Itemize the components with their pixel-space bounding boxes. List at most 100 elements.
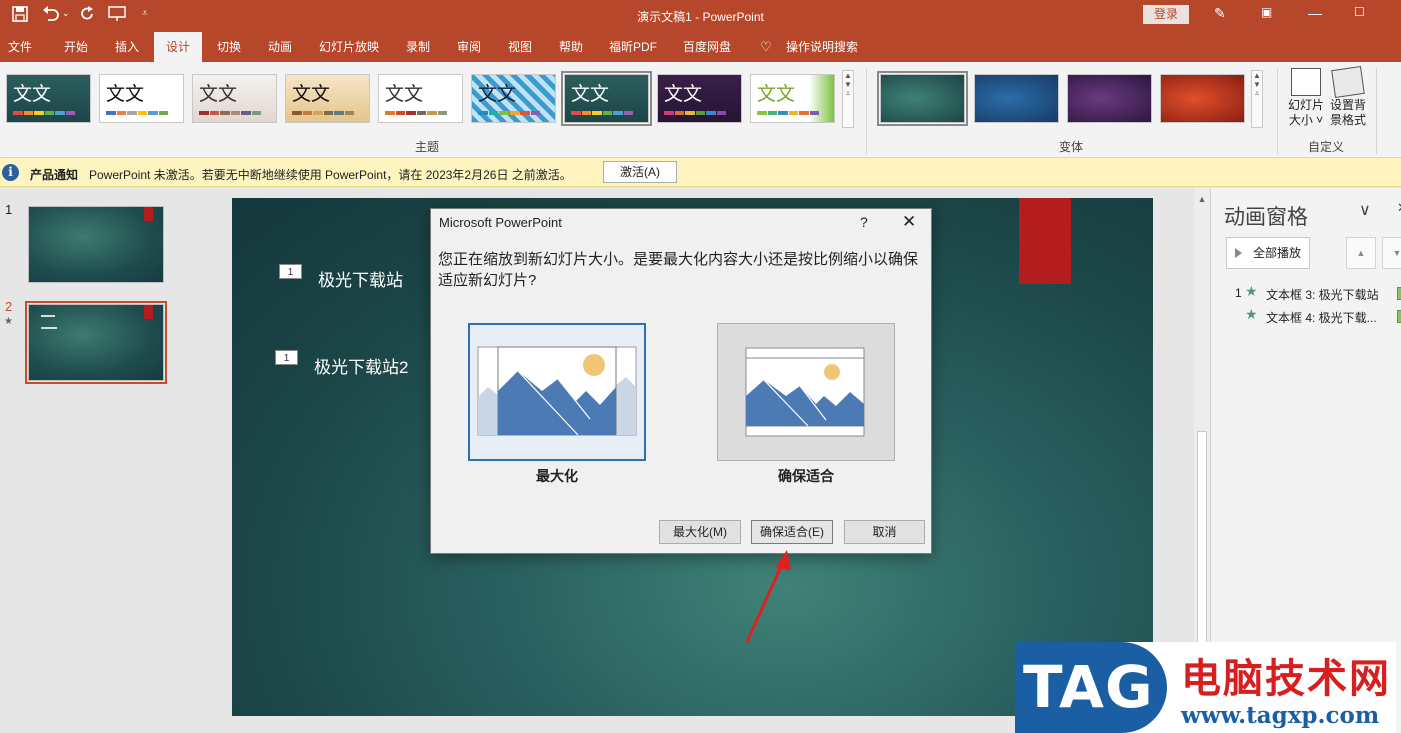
variant-thumbnail[interactable]: [1160, 74, 1245, 123]
annotation-arrow: [745, 550, 791, 643]
theme-thumbnail[interactable]: 文文: [285, 74, 370, 123]
tab-help[interactable]: 帮助: [547, 32, 595, 62]
close-icon[interactable]: ✕: [902, 212, 916, 232]
slide-textbox[interactable]: 极光下载站: [318, 266, 403, 291]
slide-textbox[interactable]: 极光下载站2: [314, 353, 408, 378]
star-icon: ★: [1245, 306, 1258, 322]
chevron-down-icon[interactable]: ∨: [1359, 200, 1371, 220]
slide-accent-bar: [1019, 198, 1071, 284]
scale-dialog: Microsoft PowerPoint ? ✕ 您正在缩放到新幻灯片大小。是要…: [430, 208, 932, 554]
close-icon[interactable]: ✕: [1397, 200, 1401, 216]
format-background-label: 景格式: [1329, 113, 1366, 127]
tab-design[interactable]: 设计: [154, 32, 202, 62]
animation-list-item[interactable]: ★ 文本框 4: 极光下载...: [1211, 306, 1401, 327]
group-label-customize: 自定义: [1308, 140, 1345, 154]
tab-file[interactable]: 文件: [0, 32, 40, 62]
ensure-fit-option-label: 确保适合: [778, 468, 834, 484]
theme-thumbnail[interactable]: 文文: [750, 74, 835, 123]
tab-home[interactable]: 开始: [52, 32, 100, 62]
variant-thumbnail[interactable]: [1067, 74, 1152, 123]
pen-icon[interactable]: ✎: [1214, 5, 1226, 22]
ribbon-display-icon[interactable]: ▣: [1261, 5, 1272, 19]
group-label-variants: 变体: [1059, 140, 1084, 154]
watermark: TAG 电脑技术网 www.tagxp.com: [1015, 642, 1396, 733]
notification-label: 产品通知: [30, 168, 79, 182]
notification-bar: i 产品通知 PowerPoint 未激活。若要无中断地继续使用 PowerPo…: [0, 158, 1401, 187]
slide-size-label: 幻灯片: [1287, 98, 1324, 112]
theme-thumbnail[interactable]: 文文: [657, 74, 742, 123]
ribbon: 文文 文文 文文 文文 文文 文文 文文 文文 文文 ▲ ▼ ⩡ 主题 ▲ ▼ ⩡ 变体…: [0, 62, 1401, 158]
lightbulb-icon: ♡: [760, 39, 772, 54]
activate-button[interactable]: 激活(A): [603, 161, 677, 183]
slide-thumbnail-pane: 1 2 ★: [0, 188, 190, 733]
group-label-themes: 主题: [415, 140, 440, 154]
slide-thumbnail-selected[interactable]: [25, 301, 167, 384]
tab-insert[interactable]: 插入: [103, 32, 151, 62]
dialog-message: 您正在缩放到新幻灯片大小。是要最大化内容大小还是按比例缩小以确保适应新幻灯片?: [438, 251, 919, 289]
theme-thumbnail[interactable]: 文文: [192, 74, 277, 123]
watermark-site-name: 电脑技术网: [1181, 655, 1391, 702]
tab-record[interactable]: 录制: [394, 32, 442, 62]
variant-thumbnail-selected[interactable]: [877, 71, 968, 126]
theme-thumbnail[interactable]: 文文: [99, 74, 184, 123]
animation-pane-title: 动画窗格: [1224, 206, 1308, 229]
animation-order-tag[interactable]: 1: [279, 264, 302, 279]
notification-message: PowerPoint 未激活。若要无中断地继续使用 PowerPoint，请在 …: [89, 168, 572, 182]
animation-list-item[interactable]: 1 ★ 文本框 3: 极光下载站: [1211, 283, 1401, 304]
format-background-icon: [1331, 66, 1365, 98]
divider: [866, 68, 867, 154]
maximize-option[interactable]: [468, 323, 646, 461]
format-background-button[interactable]: 设置背 景格式: [1326, 66, 1370, 128]
title-bar: ⌄ ⩡ 演示文稿1 - PowerPoint 登录 ✎ ▣ — ☐: [0, 0, 1401, 32]
tell-me-search[interactable]: 操作说明搜索: [780, 32, 864, 62]
divider: [1277, 68, 1278, 154]
slide-number: 1: [5, 202, 13, 217]
timing-bar: [1397, 310, 1401, 323]
animation-order-tag[interactable]: 1: [275, 350, 298, 365]
move-down-icon[interactable]: ▼: [1382, 237, 1401, 269]
maximize-icon[interactable]: ☐: [1354, 5, 1365, 19]
slide-size-button[interactable]: 幻灯片 大小 ˅: [1284, 68, 1328, 128]
maximize-option-label: 最大化: [536, 468, 578, 484]
tab-animations[interactable]: 动画: [256, 32, 304, 62]
tab-transitions[interactable]: 切换: [205, 32, 253, 62]
tab-foxit-pdf[interactable]: 福昕PDF: [602, 32, 664, 62]
divider: [1376, 68, 1377, 154]
slide-thumbnail[interactable]: [28, 206, 164, 283]
timing-bar: [1397, 287, 1401, 300]
tab-view[interactable]: 视图: [496, 32, 544, 62]
scrollbar-thumb[interactable]: [1197, 431, 1207, 646]
move-up-icon[interactable]: ▲: [1346, 237, 1376, 269]
cancel-button[interactable]: 取消: [844, 520, 925, 544]
watermark-url: www.tagxp.com: [1181, 702, 1380, 729]
maximize-button[interactable]: 最大化(M): [659, 520, 741, 544]
theme-thumbnail[interactable]: 文文: [6, 74, 91, 123]
help-icon[interactable]: ?: [860, 214, 868, 230]
gallery-scroll[interactable]: ▲ ▼ ⩡: [842, 70, 854, 128]
slide-size-label: 大小 ˅: [1288, 113, 1324, 127]
tab-slideshow[interactable]: 幻灯片放映: [310, 32, 388, 62]
maximize-illustration: [477, 346, 637, 436]
play-icon: [1235, 248, 1242, 258]
info-icon: i: [2, 164, 19, 181]
window-title: 演示文稿1 - PowerPoint: [637, 10, 764, 24]
variant-thumbnail[interactable]: [974, 74, 1059, 123]
variant-gallery-scroll[interactable]: ▲ ▼ ⩡: [1251, 70, 1263, 128]
login-button[interactable]: 登录: [1143, 5, 1189, 24]
theme-thumbnail-selected[interactable]: 文文: [561, 71, 652, 126]
tab-review[interactable]: 审阅: [445, 32, 493, 62]
slide-size-icon: [1291, 68, 1321, 96]
theme-thumbnail[interactable]: 文文: [471, 74, 556, 123]
tab-baidu-netdisk[interactable]: 百度网盘: [676, 32, 738, 62]
minimize-icon[interactable]: —: [1308, 5, 1322, 21]
ensure-fit-illustration: [745, 347, 865, 437]
play-all-button[interactable]: 全部播放: [1226, 237, 1310, 269]
format-background-label: 设置背: [1329, 98, 1366, 112]
animation-star-icon: ★: [4, 316, 13, 327]
ribbon-tabs: 文件 开始 插入 设计 切换 动画 幻灯片放映 录制 审阅 视图 帮助 福昕PD…: [0, 32, 1401, 62]
ensure-fit-option[interactable]: [717, 323, 895, 461]
theme-thumbnail[interactable]: 文文: [378, 74, 463, 123]
star-icon: ★: [1245, 283, 1258, 299]
scroll-up-icon[interactable]: ▲: [1194, 194, 1210, 204]
slide-number: 2: [5, 299, 13, 314]
